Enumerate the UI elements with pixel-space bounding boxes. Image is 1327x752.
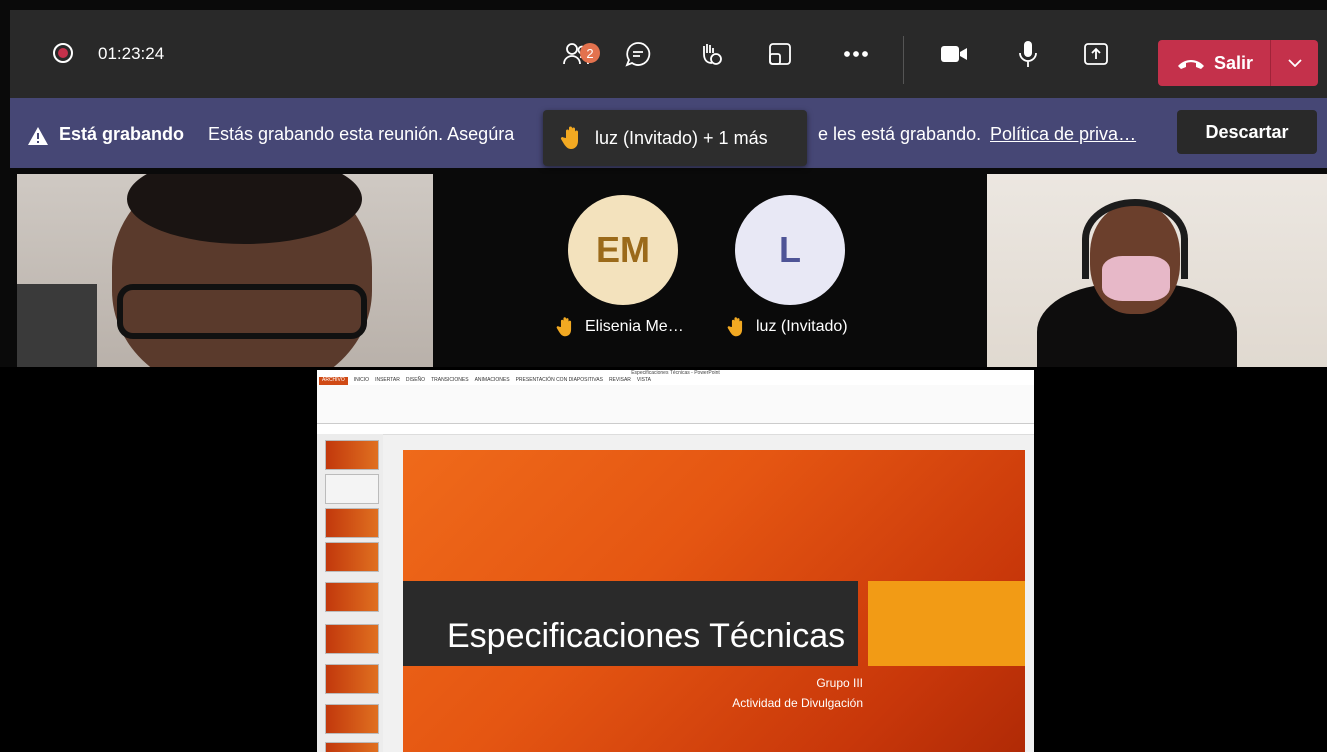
video-person-glasses — [117, 284, 367, 339]
slide-thumbnail — [325, 742, 379, 752]
warning-icon — [28, 127, 48, 145]
ppt-tab: REVISAR — [608, 377, 631, 383]
video-background — [17, 284, 97, 367]
chat-icon[interactable] — [618, 36, 658, 72]
reactions-icon[interactable] — [690, 36, 730, 72]
ppt-ribbon-tabs: ARCHIVO INICIO INSERTAR DISEÑO TRANSICIO… — [317, 377, 1034, 385]
slide-accent-block — [868, 581, 1025, 666]
raised-hand-icon — [727, 317, 743, 337]
slide-thumbnail — [325, 440, 379, 470]
current-slide: Especificaciones Técnicas Grupo III Acti… — [403, 450, 1025, 752]
ppt-tab: INICIO — [353, 377, 370, 383]
meeting-toolbar: 01:23:24 2 Salir — [10, 10, 1327, 98]
recording-icon — [53, 43, 73, 63]
slide-thumbnails — [317, 434, 383, 752]
slide-thumbnail — [325, 704, 379, 734]
rooms-icon[interactable] — [760, 36, 800, 72]
ppt-tab: TRANSICIONES — [431, 377, 469, 383]
toolbar-divider — [903, 36, 904, 84]
participant-name: luz (Invitado) — [756, 318, 848, 335]
participant-tile-label: Elisenia Me… — [555, 316, 684, 338]
ppt-ruler — [317, 424, 1034, 435]
participant-video-2[interactable] — [987, 174, 1327, 367]
ppt-window-title: Especificaciones Técnicas - PowerPoint — [317, 370, 1034, 377]
more-options-icon[interactable] — [836, 36, 876, 72]
raised-hands-tooltip: luz (Invitado) + 1 más — [543, 110, 807, 166]
participant-video-1[interactable] — [17, 174, 433, 367]
raised-hand-icon — [560, 126, 578, 149]
ppt-tab: PRESENTACIÓN CON DIAPOSITIVAS — [515, 377, 603, 383]
camera-icon[interactable] — [934, 36, 974, 72]
slide-subtitle: Grupo III — [816, 676, 863, 690]
raised-hand-icon — [556, 317, 572, 337]
participant-name: Elisenia Me… — [585, 318, 684, 335]
privacy-policy-link[interactable]: Política de priva… — [990, 124, 1136, 145]
slide-thumbnail — [325, 508, 379, 538]
share-screen-icon[interactable] — [1076, 36, 1116, 72]
participants-area — [433, 174, 987, 367]
hangup-icon — [1178, 60, 1204, 69]
ppt-tab: DISEÑO — [405, 377, 426, 383]
banner-title: Está grabando — [59, 124, 185, 144]
slide-title: Especificaciones Técnicas — [447, 617, 846, 655]
tooltip-text: luz (Invitado) + 1 más — [595, 127, 768, 148]
shared-powerpoint-window[interactable]: Especificaciones Técnicas - PowerPoint A… — [317, 370, 1034, 752]
participants-badge: 2 — [580, 43, 600, 63]
slide-thumbnail — [325, 582, 379, 612]
slide-thumbnail — [325, 542, 379, 572]
banner-message-end: e les está grabando. — [818, 124, 982, 144]
leave-options-chevron-down-icon[interactable] — [1271, 59, 1318, 67]
avatar[interactable]: L — [735, 195, 845, 305]
headphones-icon — [1082, 199, 1188, 279]
leave-main-button[interactable]: Salir — [1158, 40, 1271, 86]
slide-subtitle: Actividad de Divulgación — [732, 696, 863, 710]
participant-tile-label: luz (Invitado) — [726, 316, 848, 338]
microphone-icon[interactable] — [1008, 36, 1048, 72]
slide-thumbnail — [325, 664, 379, 694]
ppt-tab: INSERTAR — [375, 377, 400, 383]
leave-label: Salir — [1214, 52, 1254, 73]
slide-thumbnail — [325, 624, 379, 654]
ppt-tab: ARCHIVO — [319, 377, 348, 385]
ppt-tab: ANIMACIONES — [474, 377, 510, 383]
ppt-tab: VISTA — [636, 377, 651, 383]
avatar[interactable]: EM — [568, 195, 678, 305]
banner-message: Estás grabando esta reunión. Asegúra — [208, 124, 515, 144]
ppt-ribbon — [317, 385, 1034, 424]
slide-thumbnail — [325, 474, 379, 504]
dismiss-button[interactable]: Descartar — [1177, 110, 1317, 154]
meeting-timer: 01:23:24 — [98, 44, 165, 63]
leave-button[interactable]: Salir — [1158, 40, 1318, 86]
